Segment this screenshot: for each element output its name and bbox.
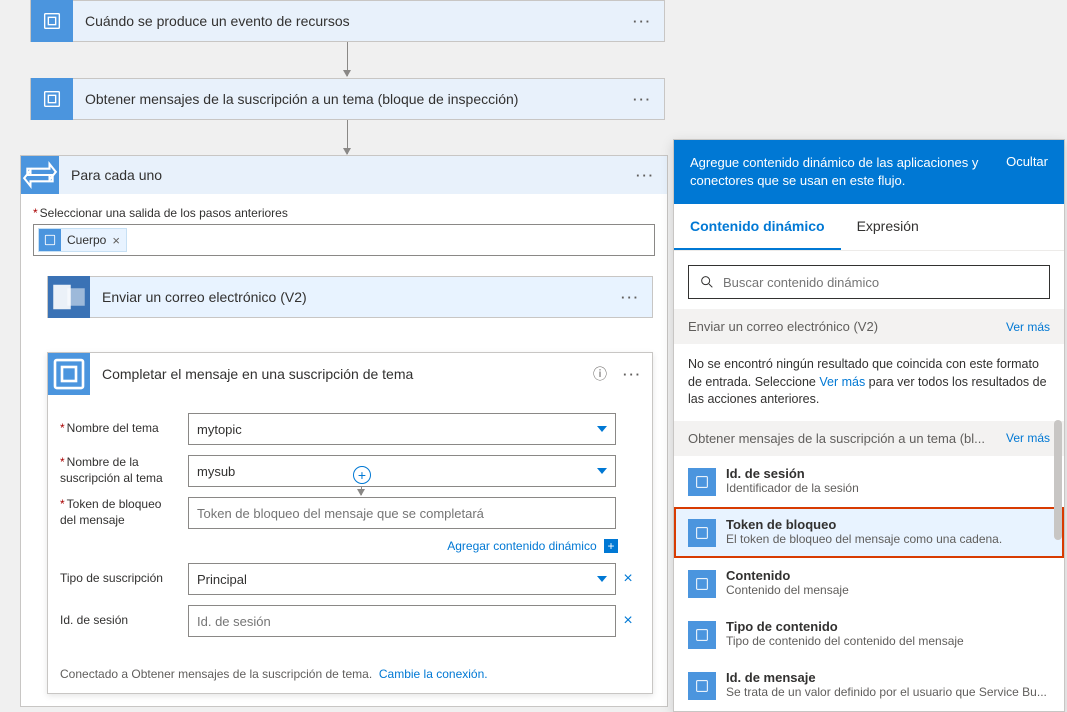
lock-token-input[interactable] — [188, 497, 616, 529]
dc-hide-button[interactable]: Ocultar — [1006, 154, 1048, 169]
dc-section-messages-title: Obtener mensajes de la suscripción a un … — [688, 431, 985, 446]
flow-arrow — [347, 42, 348, 76]
select-output-label: *Seleccionar una salida de los pasos ant… — [33, 206, 655, 220]
change-connection-link[interactable]: Cambie la conexión. — [379, 667, 488, 681]
dc-token-list: Id. de sesiónIdentificador de la sesión … — [674, 456, 1064, 711]
foreach-scope: Para cada uno ··· *Seleccionar una salid… — [20, 155, 668, 707]
trigger-node[interactable]: Cuándo se produce un evento de recursos … — [30, 0, 665, 42]
service-bus-icon — [688, 468, 716, 496]
subscription-name-label: *Nombre de la suscripción al tema — [60, 455, 188, 486]
dc-item-session-id[interactable]: Id. de sesiónIdentificador de la sesión — [674, 456, 1064, 507]
subscription-type-select[interactable]: Principal — [188, 563, 616, 595]
send-email-node[interactable]: Enviar un correo electrónico (V2) ··· — [47, 276, 653, 318]
add-dynamic-content-icon[interactable]: + — [604, 539, 618, 553]
get-messages-menu-button[interactable]: ··· — [621, 92, 664, 107]
service-bus-icon — [688, 570, 716, 598]
body-token-chip[interactable]: Cuerpo × — [38, 228, 127, 252]
complete-message-menu-button[interactable]: ··· — [613, 367, 652, 382]
chip-label: Cuerpo — [67, 233, 106, 247]
search-icon — [699, 274, 715, 290]
get-messages-title: Obtener mensajes de la suscripción a un … — [73, 91, 621, 107]
get-messages-node[interactable]: Obtener mensajes de la suscripción a un … — [30, 78, 665, 120]
see-more-inline-link[interactable]: Ver más — [819, 375, 865, 389]
topic-name-select[interactable]: mytopic — [188, 413, 616, 445]
dc-section-email-title: Enviar un correo electrónico (V2) — [688, 319, 878, 334]
remove-subtype-button[interactable]: × — [616, 570, 640, 588]
service-bus-icon — [39, 229, 61, 251]
complete-message-title: Completar el mensaje en una suscripción … — [90, 366, 587, 382]
complete-message-header[interactable]: Completar el mensaje en una suscripción … — [48, 353, 652, 395]
dc-item-lock-token[interactable]: Token de bloqueoEl token de bloqueo del … — [674, 507, 1064, 558]
outlook-icon — [48, 276, 90, 318]
add-dynamic-content-link[interactable]: Agregar contenido dinámico — [447, 539, 596, 553]
see-more-email-link[interactable]: Ver más — [1006, 320, 1050, 334]
send-email-title: Enviar un correo electrónico (V2) — [90, 289, 609, 305]
subscription-type-label: Tipo de suscripción — [60, 571, 188, 587]
service-bus-icon — [31, 0, 73, 42]
dc-item-message-id[interactable]: Id. de mensajeSe trata de un valor defin… — [674, 660, 1064, 711]
dynamic-content-panel: Agregue contenido dinámico de las aplica… — [673, 139, 1065, 712]
scrollbar[interactable] — [1054, 420, 1062, 540]
foreach-title: Para cada uno — [59, 167, 624, 183]
session-id-input[interactable] — [188, 605, 616, 637]
flow-arrow — [347, 120, 348, 154]
dc-search-box[interactable] — [688, 265, 1050, 299]
subscription-name-select[interactable]: mysub — [188, 455, 616, 487]
session-id-label: Id. de sesión — [60, 613, 188, 629]
service-bus-icon — [688, 621, 716, 649]
remove-session-button[interactable]: × — [616, 612, 640, 630]
see-more-messages-link[interactable]: Ver más — [1006, 431, 1050, 445]
add-step-button[interactable]: + — [353, 466, 371, 484]
complete-message-card: Completar el mensaje en una suscripción … — [47, 352, 653, 694]
dc-search-input[interactable] — [723, 275, 1039, 290]
service-bus-icon — [31, 78, 73, 120]
service-bus-icon — [688, 672, 716, 700]
foreach-menu-button[interactable]: ··· — [624, 168, 667, 183]
info-icon[interactable]: ⓘ — [587, 364, 613, 384]
tab-expression[interactable]: Expresión — [841, 204, 935, 250]
lock-token-label: *Token de bloqueo del mensaje — [60, 497, 188, 528]
foreach-header[interactable]: Para cada uno ··· — [21, 156, 667, 194]
service-bus-icon — [48, 353, 90, 395]
service-bus-icon — [688, 519, 716, 547]
loop-icon — [21, 156, 59, 194]
send-email-menu-button[interactable]: ··· — [609, 290, 652, 305]
dc-item-content-type[interactable]: Tipo de contenidoTipo de contenido del c… — [674, 609, 1064, 660]
dc-item-content[interactable]: ContenidoContenido del mensaje — [674, 558, 1064, 609]
dc-header-text: Agregue contenido dinámico de las aplica… — [690, 154, 994, 190]
tab-dynamic-content[interactable]: Contenido dinámico — [674, 204, 841, 250]
trigger-menu-button[interactable]: ··· — [621, 14, 664, 29]
topic-name-label: *Nombre del tema — [60, 421, 188, 437]
dc-empty-message: No se encontró ningún resultado que coin… — [674, 344, 1064, 421]
remove-chip-button[interactable]: × — [112, 233, 120, 248]
select-output-input[interactable]: Cuerpo × — [33, 224, 655, 256]
trigger-title: Cuándo se produce un evento de recursos — [73, 13, 621, 29]
